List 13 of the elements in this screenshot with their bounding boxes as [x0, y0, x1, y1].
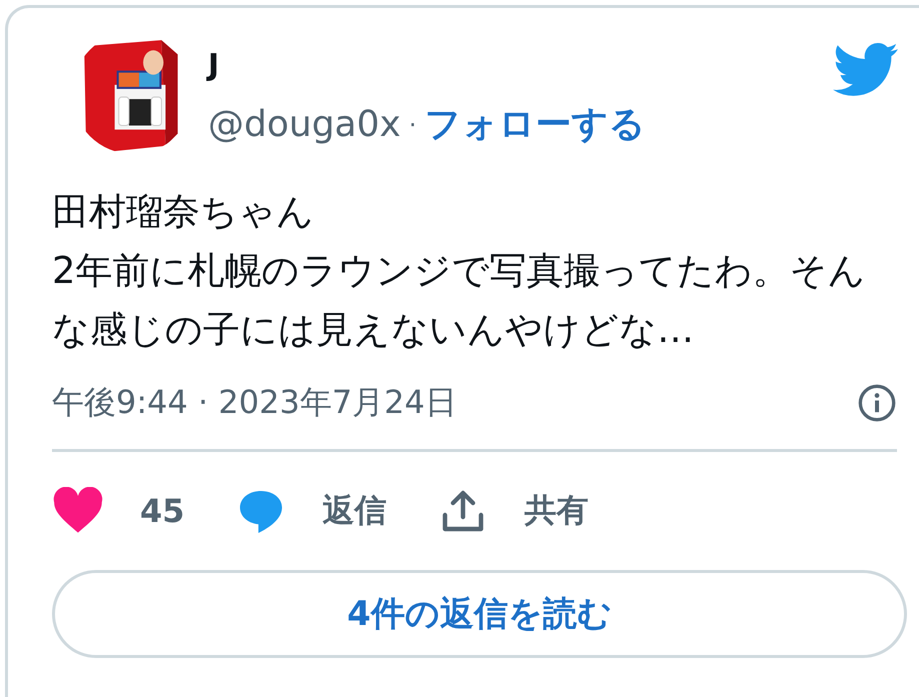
bird-icon[interactable] — [833, 42, 899, 98]
action-label: 返信 — [322, 490, 387, 531]
read-replies-button[interactable]: 4件の返信を読む — [52, 570, 907, 658]
timestamp[interactable]: 午後9:44 · 2023年7月24日 — [52, 381, 457, 425]
tweet-text: 田村瑠奈ちゃん 2年前に札幌のラウンジで写真撮ってたわ。そんな感じの子には見えないんやけどな… — [52, 189, 867, 353]
info-icon[interactable] — [857, 383, 897, 423]
follow-link[interactable]: フォローする — [424, 100, 646, 149]
author-handle: @douga0x — [208, 104, 401, 145]
separator: · — [408, 110, 416, 138]
action-label: 共有 — [524, 490, 589, 531]
heart-icon[interactable] — [52, 487, 104, 535]
like-count: 45 — [140, 492, 185, 530]
author-name: J — [208, 48, 220, 84]
